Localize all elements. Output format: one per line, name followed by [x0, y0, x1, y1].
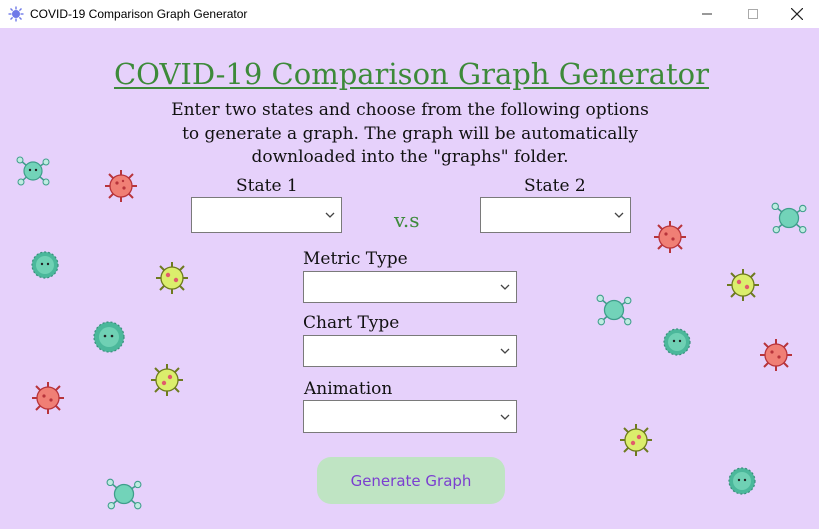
state2-label: State 2	[524, 176, 586, 196]
animation-label: Animation	[304, 379, 393, 399]
virus-icon	[32, 382, 64, 414]
instructions-line: downloaded into the "graphs" folder.	[251, 147, 569, 167]
virus-icon	[31, 251, 59, 279]
state1-dropdown[interactable]	[191, 197, 342, 233]
virus-icon	[771, 202, 807, 234]
metric-type-label: Metric Type	[303, 249, 408, 269]
minimize-button[interactable]	[684, 0, 730, 28]
virus-icon	[728, 467, 756, 495]
virus-icon	[105, 170, 137, 202]
virus-icon	[106, 478, 142, 510]
chevron-down-icon	[325, 212, 335, 218]
chevron-down-icon	[500, 414, 510, 420]
window-title: COVID-19 Comparison Graph Generator	[30, 7, 248, 21]
minimize-icon	[702, 13, 712, 15]
chevron-down-icon	[614, 212, 624, 218]
close-button[interactable]	[774, 0, 819, 28]
instructions-line: Enter two states and choose from the fol…	[171, 100, 649, 120]
maximize-button[interactable]	[730, 0, 776, 28]
generate-graph-button[interactable]: Generate Graph	[317, 457, 505, 504]
state1-label: State 1	[236, 176, 298, 196]
chevron-down-icon	[500, 284, 510, 290]
title-bar: COVID-19 Comparison Graph Generator	[0, 0, 819, 28]
maximize-icon	[748, 9, 758, 19]
virus-icon	[151, 364, 183, 396]
instructions-line: to generate a graph. The graph will be a…	[182, 123, 638, 144]
page-title: COVID-19 Comparison Graph Generator	[113, 57, 709, 91]
state2-dropdown[interactable]	[480, 197, 631, 233]
vs-label: v.s	[394, 208, 420, 232]
virus-icon	[16, 156, 50, 186]
virus-icon	[596, 294, 632, 326]
virus-icon	[760, 339, 792, 371]
virus-icon	[727, 269, 759, 301]
virus-icon	[93, 321, 125, 353]
chart-type-dropdown[interactable]	[303, 335, 517, 367]
metric-type-dropdown[interactable]	[303, 271, 517, 303]
chevron-down-icon	[500, 348, 510, 354]
animation-dropdown[interactable]	[303, 400, 517, 433]
virus-icon	[663, 328, 691, 356]
virus-icon	[620, 424, 652, 456]
chart-type-label: Chart Type	[303, 313, 400, 333]
instructions-text: Enter two states and choose from the fol…	[120, 99, 700, 170]
app-icon	[8, 6, 24, 22]
virus-icon	[654, 221, 686, 253]
close-icon	[791, 8, 803, 20]
virus-icon	[156, 262, 188, 294]
